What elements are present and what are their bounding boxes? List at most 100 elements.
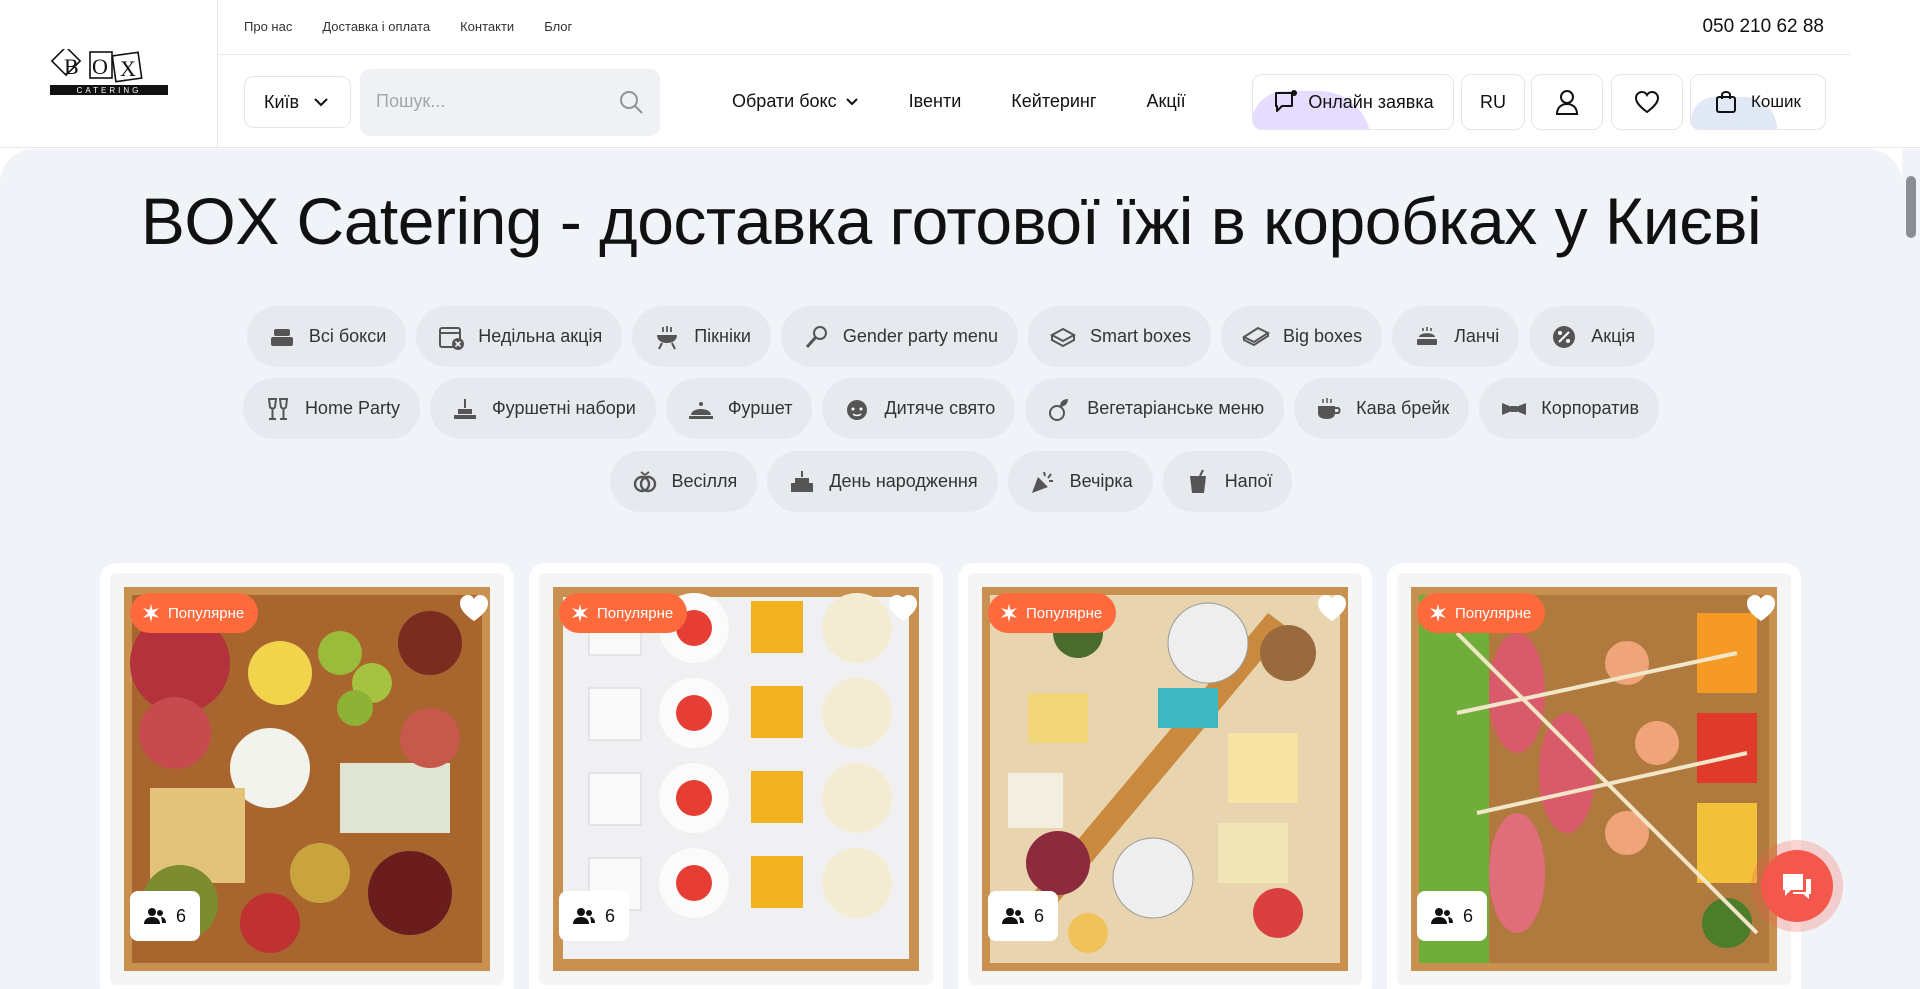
category-chip[interactable]: Фуршетні набори <box>429 378 656 439</box>
svg-text:O: O <box>92 54 108 79</box>
category-chip[interactable]: Напої <box>1162 451 1293 512</box>
language-button[interactable]: RU <box>1461 74 1525 130</box>
product-card[interactable]: Популярне 6 <box>529 563 943 989</box>
servings-badge: 6 <box>559 891 630 941</box>
category-chip[interactable]: Фуршет <box>665 378 813 439</box>
calendar-icon <box>436 322 466 352</box>
category-label: Big boxes <box>1283 326 1363 346</box>
nav-promotions[interactable]: Акції <box>1146 91 1185 112</box>
product-card[interactable]: Популярне 6 <box>1387 563 1801 989</box>
category-row-2: Home Party Фуршетні набори Фуршет Дитяче… <box>0 378 1902 439</box>
heart-icon[interactable] <box>887 593 919 623</box>
buffet-set-icon <box>450 394 480 424</box>
people-icon <box>144 908 166 924</box>
heart-icon[interactable] <box>458 593 490 623</box>
top-link-about[interactable]: Про нас <box>244 19 292 34</box>
category-chip[interactable]: Пікніки <box>632 306 771 367</box>
category-chip[interactable]: Big boxes <box>1221 306 1383 367</box>
popular-badge: Популярне <box>988 593 1117 633</box>
favorites-button[interactable] <box>1611 74 1683 130</box>
cart-label: Кошик <box>1751 92 1801 111</box>
sparkle-icon <box>143 604 159 622</box>
people-icon <box>1431 908 1453 924</box>
heart-icon[interactable] <box>1745 593 1777 623</box>
top-link-contacts[interactable]: Контакти <box>460 19 514 34</box>
category-chip[interactable]: Кава брейк <box>1294 378 1470 439</box>
category-chip[interactable]: Ланчі <box>1392 306 1520 367</box>
cart-button[interactable]: Кошик <box>1690 74 1826 130</box>
top-bar: Про нас Доставка і оплата Контакти Блог … <box>218 0 1850 55</box>
people-icon <box>1002 908 1024 924</box>
product-grid: Популярне 6 Популярне 6 Популярне 6 Попу… <box>100 563 1802 989</box>
category-label: Вечірка <box>1069 471 1133 491</box>
main-bar: Київ Обрати бокс Івенти Кейтеринг Акції … <box>218 56 1850 148</box>
people-icon <box>573 908 595 924</box>
vegetable-icon <box>1045 394 1075 424</box>
category-row-3: Весілля День народження Вечірка Напої <box>0 451 1902 512</box>
nav-catering-label: Кейтеринг <box>1011 91 1097 111</box>
phone-number[interactable]: 050 210 62 88 <box>1702 16 1824 38</box>
product-card[interactable]: Популярне 6 <box>958 563 1372 989</box>
servings-count: 6 <box>1463 905 1474 926</box>
account-button[interactable] <box>1531 74 1603 130</box>
box-catering-logo-icon: B O X CATERING <box>49 49 168 95</box>
chat-widget-button[interactable] <box>1761 850 1833 922</box>
servings-badge: 6 <box>1417 891 1488 941</box>
nav-events[interactable]: Івенти <box>909 91 962 112</box>
logo-area: B O X CATERING <box>0 0 218 148</box>
shopping-bag-icon <box>1716 90 1737 113</box>
scrollbar-thumb[interactable] <box>1906 176 1916 238</box>
page-title: BOX Catering - доставка готової їжі в ко… <box>140 184 1762 258</box>
drink-icon <box>1183 467 1213 497</box>
top-link-delivery[interactable]: Доставка і оплата <box>322 19 430 34</box>
box-icon <box>1048 322 1078 352</box>
category-chip[interactable]: Вегетаріанське меню <box>1025 378 1285 439</box>
category-chip[interactable]: Smart boxes <box>1027 306 1212 367</box>
category-chip[interactable]: Корпоратив <box>1479 378 1660 439</box>
category-label: Недільна акція <box>478 326 603 346</box>
category-chip[interactable]: Gender party menu <box>780 306 1018 367</box>
nav-choose-box[interactable]: Обрати бокс <box>732 91 859 112</box>
category-chip[interactable]: Весілля <box>609 451 758 512</box>
heart-icon[interactable] <box>1316 593 1348 623</box>
popular-badge: Популярне <box>1417 593 1546 633</box>
main-nav: Обрати бокс Івенти Кейтеринг Акції <box>732 91 1186 112</box>
category-chip[interactable]: Вечірка <box>1007 451 1153 512</box>
site-header: B O X CATERING Про нас Доставка і оплата… <box>0 0 1920 148</box>
scrollbar-track[interactable] <box>1902 149 1920 989</box>
category-label: Вегетаріанське меню <box>1087 398 1265 418</box>
nav-catering[interactable]: Кейтеринг <box>1011 91 1096 112</box>
category-chip[interactable]: Дитяче свято <box>822 378 1016 439</box>
search-icon[interactable] <box>618 89 644 115</box>
language-label: RU <box>1480 91 1506 112</box>
top-link-blog[interactable]: Блог <box>544 19 572 34</box>
category-chip[interactable]: Home Party <box>242 378 420 439</box>
search-box <box>360 69 660 136</box>
heart-icon <box>1634 90 1660 114</box>
user-icon <box>1555 90 1579 115</box>
online-request-label: Онлайн заявка <box>1308 91 1434 112</box>
servings-count: 6 <box>605 905 616 926</box>
main-content: BOX Catering - доставка готової їжі в ко… <box>0 149 1902 989</box>
category-chip[interactable]: День народження <box>767 451 998 512</box>
servings-badge: 6 <box>130 891 201 941</box>
category-chip[interactable]: Всі бокси <box>246 306 407 367</box>
bowtie-icon <box>1499 394 1529 424</box>
svg-text:B: B <box>64 54 79 79</box>
search-input[interactable] <box>376 91 596 112</box>
category-label: Дитяче свято <box>884 398 996 418</box>
popular-badge: Популярне <box>130 593 259 633</box>
nav-events-label: Івенти <box>908 91 962 111</box>
big-box-icon <box>1241 322 1271 352</box>
sparkle-icon <box>1001 604 1017 622</box>
svg-text:X: X <box>120 56 136 81</box>
category-chip[interactable]: Акція <box>1529 306 1656 367</box>
online-request-button[interactable]: Онлайн заявка <box>1252 74 1454 130</box>
child-icon <box>842 394 872 424</box>
logo[interactable]: B O X CATERING <box>49 49 168 99</box>
discount-icon <box>1549 322 1579 352</box>
sparkle-icon <box>1430 604 1446 622</box>
city-selector[interactable]: Київ <box>244 76 351 128</box>
category-chip[interactable]: Недільна акція <box>416 306 623 367</box>
product-card[interactable]: Популярне 6 <box>100 563 514 989</box>
